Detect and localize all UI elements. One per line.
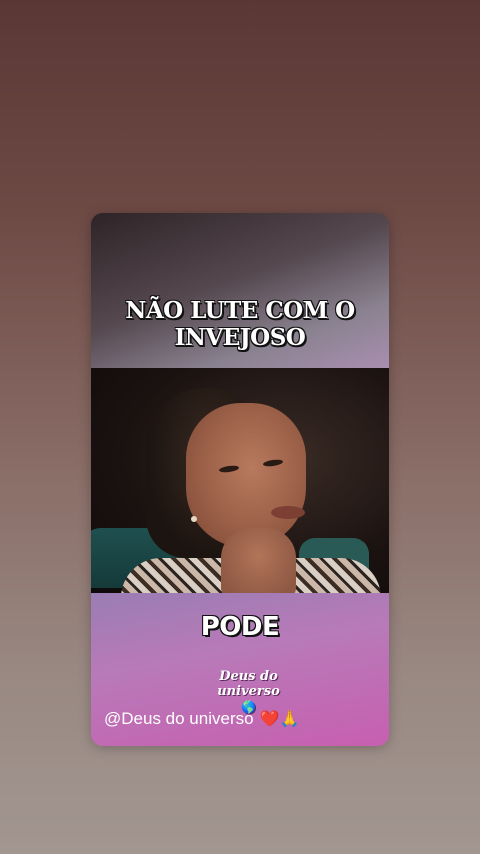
handle-text: @Deus do universo	[104, 709, 254, 728]
hand-shape	[221, 528, 296, 593]
watermark-line-2: universo	[217, 684, 280, 699]
lips-shape	[271, 506, 305, 519]
watermark-line-1: Deus do	[219, 669, 278, 684]
heart-pray-emojis: ❤️🙏	[259, 711, 300, 728]
headline-text: NÃO LUTE COM O INVEJOSO	[125, 297, 355, 351]
caption-text: PODE	[200, 612, 280, 642]
face-shape	[186, 403, 306, 548]
account-handle[interactable]: @Deus do universo ❤️🙏	[104, 709, 299, 729]
story-card[interactable]: NÃO LUTE COM O INVEJOSO PODE Deus do uni…	[91, 213, 389, 746]
video-frame[interactable]	[91, 368, 389, 593]
earring-shape	[191, 516, 197, 522]
